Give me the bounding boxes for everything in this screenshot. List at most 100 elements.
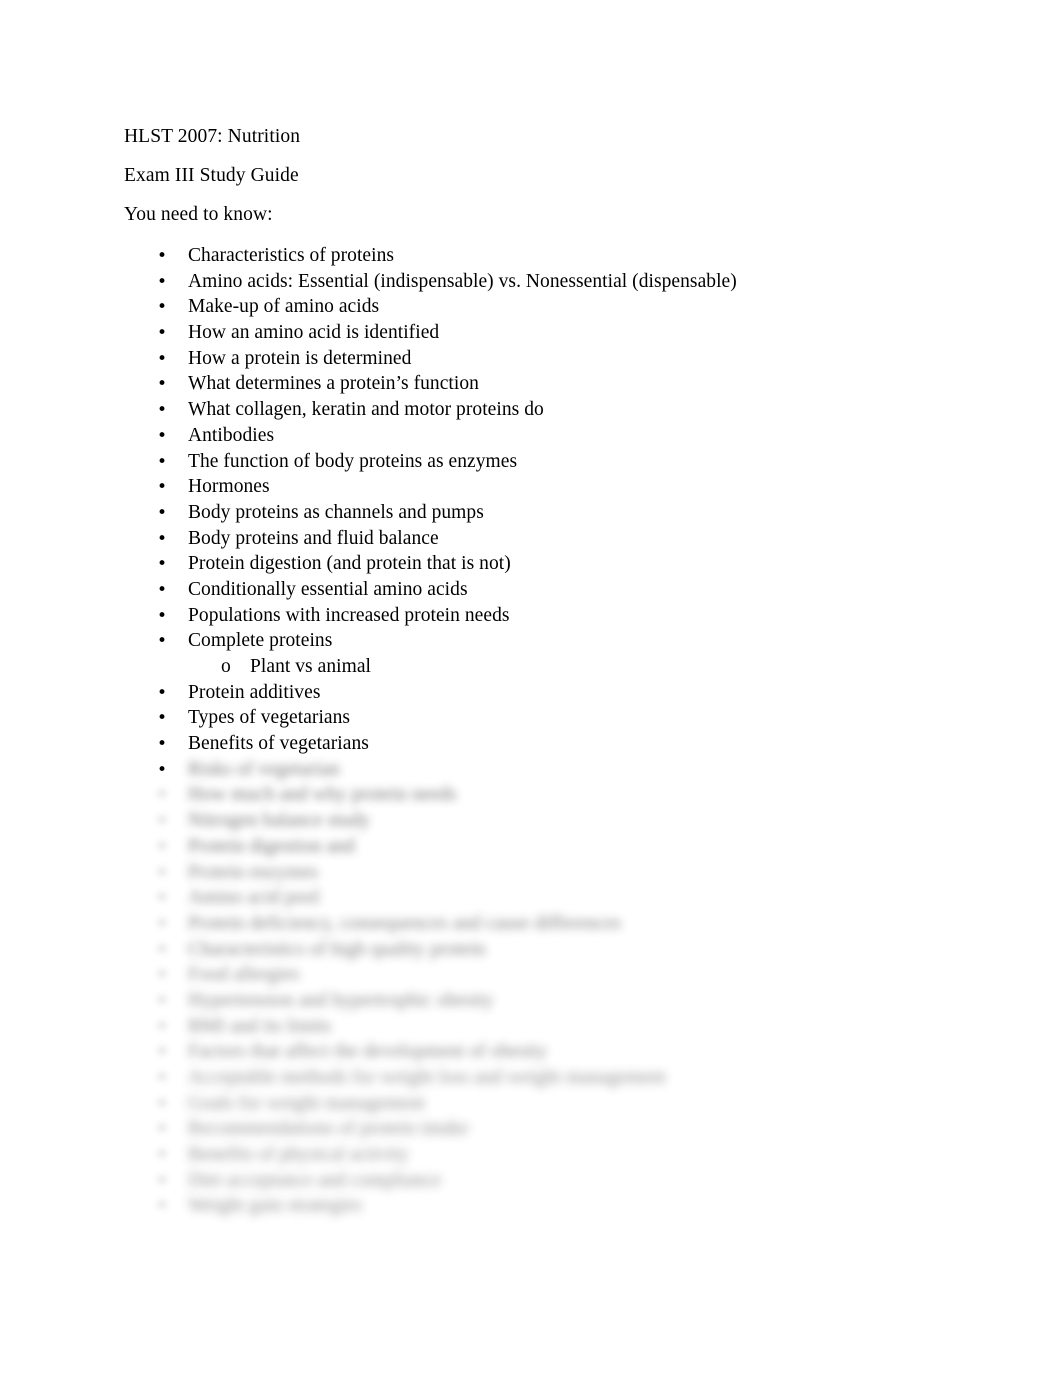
- bullet-icon: [157, 1142, 173, 1169]
- list-item-label: Food allergies: [188, 964, 300, 986]
- bullet-icon: [157, 603, 173, 630]
- list-item-obscured: Amino acid pool: [0, 885, 1062, 911]
- list-item: How an amino acid is identified: [0, 320, 1062, 346]
- list-item: Plant vs animal: [0, 654, 1062, 680]
- list-item-label: Weight gain strategies: [188, 1195, 362, 1217]
- list-item-label: Benefits of physical activity: [188, 1144, 409, 1166]
- list-item-label: Diet acceptance and compliance: [188, 1169, 442, 1191]
- list-item-label: How an amino acid is identified: [188, 322, 440, 344]
- bullet-icon: [157, 782, 173, 809]
- bullet-icon: [157, 474, 173, 501]
- bullet-icon: [157, 808, 173, 835]
- list-item-label: Types of vegetarians: [188, 707, 351, 729]
- list-item-obscured: Characteristics of high quality protein: [0, 937, 1062, 963]
- bullet-icon: [157, 885, 173, 912]
- list-item-obscured: Benefits of physical activity: [0, 1142, 1062, 1168]
- list-item-label: Amino acids: Essential (indispensable) v…: [188, 270, 737, 292]
- list-item: Protein digestion (and protein that is n…: [0, 551, 1062, 577]
- list-item: The function of body proteins as enzymes: [0, 449, 1062, 475]
- course-line: HLST 2007: Nutrition: [124, 126, 301, 147]
- list-item-obscured: Factors that affect the development of o…: [0, 1039, 1062, 1065]
- bullet-icon: [157, 731, 173, 758]
- list-item-label: Hormones: [188, 476, 270, 498]
- list-item: Conditionally essential amino acids: [0, 577, 1062, 603]
- list-item-label: Populations with increased protein needs: [188, 604, 510, 626]
- bullet-icon: [157, 577, 173, 604]
- list-item-obscured: Recommendations of protein intake: [0, 1116, 1062, 1142]
- list-item-label: How much and why protein needs: [188, 784, 457, 806]
- list-item-label: Recommendations of protein intake: [188, 1118, 469, 1140]
- list-item: Complete proteins: [0, 628, 1062, 654]
- bullet-icon: [157, 1014, 173, 1041]
- list-item: Types of vegetarians: [0, 705, 1062, 731]
- list-item-label: Risks of vegetarian: [188, 758, 340, 780]
- circle-bullet-icon: [221, 654, 237, 680]
- bullet-icon: [157, 423, 173, 450]
- bullet-icon: [157, 294, 173, 321]
- list-item-label: Make-up of amino acids: [188, 296, 380, 318]
- list-item-obscured: Risks of vegetarian: [0, 757, 1062, 783]
- list-item-obscured: BMI and its limits: [0, 1014, 1062, 1040]
- list-item: Populations with increased protein needs: [0, 603, 1062, 629]
- bullet-icon: [157, 269, 173, 296]
- list-item-obscured: Weight gain strategies: [0, 1193, 1062, 1219]
- list-item-obscured: Protein digestion and: [0, 834, 1062, 860]
- list-item: Hormones: [0, 474, 1062, 500]
- bullet-icon: [157, 1193, 173, 1220]
- bullet-icon: [157, 1039, 173, 1066]
- list-item-label: Protein deficiency, consequences and cau…: [188, 912, 622, 934]
- study-topics-list: Characteristics of proteins Amino acids: …: [0, 243, 1062, 1219]
- bullet-icon: [157, 449, 173, 476]
- list-item-label: Body proteins as channels and pumps: [188, 501, 484, 523]
- list-item: Amino acids: Essential (indispensable) v…: [0, 269, 1062, 295]
- list-item-obscured: Protein enzymes: [0, 860, 1062, 886]
- list-item-label: The function of body proteins as enzymes: [188, 450, 518, 472]
- bullet-icon: [157, 1168, 173, 1195]
- list-item-obscured: How much and why protein needs: [0, 782, 1062, 808]
- list-item: Protein additives: [0, 680, 1062, 706]
- list-item-obscured: Food allergies: [0, 962, 1062, 988]
- list-item-label: What collagen, keratin and motor protein…: [188, 399, 544, 421]
- bullet-icon: [157, 628, 173, 655]
- bullet-icon: [157, 834, 173, 861]
- list-item: Benefits of vegetarians: [0, 731, 1062, 757]
- list-item-label: Acceptable methods for weight loss and w…: [188, 1067, 666, 1088]
- list-item-label: Characteristics of proteins: [188, 245, 395, 266]
- list-item-obscured: Nitrogen balance study: [0, 808, 1062, 834]
- list-item-obscured: Goals for weight management: [0, 1091, 1062, 1117]
- list-item-obscured: Acceptable methods for weight loss and w…: [0, 1065, 1062, 1091]
- list-item-label: Body proteins and fluid balance: [188, 527, 439, 549]
- bullet-icon: [157, 1116, 173, 1143]
- list-item-label: Plant vs animal: [250, 656, 371, 677]
- list-item-label: Antibodies: [188, 424, 275, 446]
- list-item: How a protein is determined: [0, 346, 1062, 372]
- list-item-label: How a protein is determined: [188, 347, 412, 369]
- list-item-label: Nitrogen balance study: [188, 810, 370, 832]
- bullet-icon: [157, 320, 173, 347]
- list-item-label: Factors that affect the development of o…: [188, 1041, 548, 1063]
- list-item-obscured: Diet acceptance and compliance: [0, 1168, 1062, 1194]
- bullet-icon: [157, 988, 173, 1015]
- list-item-label: Amino acid pool: [188, 887, 320, 909]
- list-item: Make-up of amino acids: [0, 294, 1062, 320]
- bullet-icon: [157, 1091, 173, 1118]
- intro-line: You need to know:: [124, 204, 273, 225]
- list-item-label: Protein digestion (and protein that is n…: [188, 553, 511, 575]
- list-item: Body proteins and fluid balance: [0, 526, 1062, 552]
- bullet-icon: [157, 346, 173, 373]
- list-item: Antibodies: [0, 423, 1062, 449]
- list-item-label: Complete proteins: [188, 630, 333, 652]
- bullet-icon: [157, 937, 173, 964]
- list-item-label: What determines a protein’s function: [188, 373, 479, 395]
- list-item-obscured: Hypertension and hypertrophic obesity: [0, 988, 1062, 1014]
- bullet-icon: [157, 500, 173, 527]
- list-item: Body proteins as channels and pumps: [0, 500, 1062, 526]
- list-item-label: BMI and its limits: [188, 1015, 332, 1037]
- list-item-label: Protein digestion and: [188, 835, 355, 857]
- document-page: HLST 2007: Nutrition Exam III Study Guid…: [0, 0, 1062, 1377]
- bullet-icon: [157, 860, 173, 887]
- bullet-icon: [157, 1065, 173, 1092]
- bullet-icon: [157, 705, 173, 732]
- list-item-obscured: Protein deficiency, consequences and cau…: [0, 911, 1062, 937]
- list-item-label: Hypertension and hypertrophic obesity: [188, 989, 494, 1011]
